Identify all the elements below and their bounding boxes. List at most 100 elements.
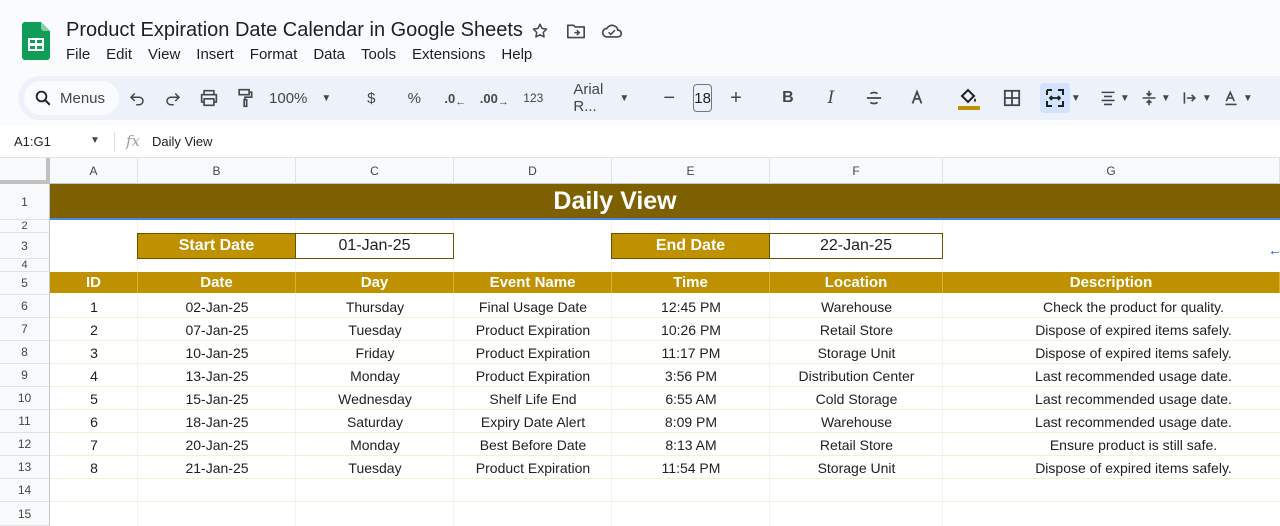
table-cell-event[interactable]: Product Expiration bbox=[454, 341, 612, 364]
table-cell-date[interactable]: 13-Jan-25 bbox=[138, 364, 296, 387]
row-header-7[interactable]: 7 bbox=[0, 318, 50, 341]
table-cell-description[interactable]: Dispose of expired items safely. bbox=[943, 318, 1280, 341]
table-cell-day[interactable]: Monday bbox=[296, 364, 454, 387]
table-cell-time[interactable]: 11:17 PM bbox=[612, 341, 770, 364]
select-all-corner[interactable] bbox=[0, 158, 50, 184]
table-cell-id[interactable]: 8 bbox=[50, 456, 138, 479]
text-color-button[interactable] bbox=[902, 83, 932, 113]
table-cell-day[interactable]: Tuesday bbox=[296, 318, 454, 341]
table-cell-day[interactable]: Wednesday bbox=[296, 387, 454, 410]
table-cell-date[interactable]: 20-Jan-25 bbox=[138, 433, 296, 456]
font-size-input[interactable]: 18 bbox=[693, 84, 712, 112]
end-date-label[interactable]: End Date bbox=[611, 233, 770, 259]
table-cell-description[interactable]: Last recommended usage date. bbox=[943, 387, 1280, 410]
table-cell-time[interactable]: 8:13 AM bbox=[612, 433, 770, 456]
table-cell-location[interactable]: Retail Store bbox=[770, 433, 943, 456]
table-cell-date[interactable]: 10-Jan-25 bbox=[138, 341, 296, 364]
table-cell-description[interactable]: Ensure product is still safe. bbox=[943, 433, 1280, 456]
table-cell-location[interactable]: Distribution Center bbox=[770, 364, 943, 387]
name-box[interactable]: A1:G1 bbox=[14, 134, 51, 149]
row-header-6[interactable]: 6 bbox=[0, 295, 50, 318]
column-header-d[interactable]: D bbox=[454, 158, 612, 184]
table-cell-id[interactable]: 6 bbox=[50, 410, 138, 433]
star-icon[interactable] bbox=[528, 20, 552, 42]
table-cell-event[interactable]: Product Expiration bbox=[454, 364, 612, 387]
table-cell-location[interactable]: Storage Unit bbox=[770, 456, 943, 479]
strikethrough-button[interactable] bbox=[859, 83, 889, 113]
column-header-f[interactable]: F bbox=[770, 158, 943, 184]
currency-format-button[interactable]: $ bbox=[356, 83, 386, 113]
row-header-10[interactable]: 10 bbox=[0, 387, 50, 410]
header-time[interactable]: Time bbox=[612, 272, 770, 293]
table-cell-time[interactable]: 8:09 PM bbox=[612, 410, 770, 433]
decrease-decimal-button[interactable]: .0 ← bbox=[440, 83, 470, 113]
table-cell-id[interactable]: 3 bbox=[50, 341, 138, 364]
row-header-15[interactable]: 15 bbox=[0, 502, 50, 526]
insert-link-button[interactable] bbox=[1275, 83, 1280, 113]
column-header-g[interactable]: G bbox=[943, 158, 1280, 184]
decrease-font-size-button[interactable]: − bbox=[654, 83, 684, 113]
daily-view-banner[interactable]: Daily View bbox=[50, 184, 1280, 220]
table-cell-date[interactable]: 21-Jan-25 bbox=[138, 456, 296, 479]
italic-button[interactable]: I bbox=[816, 83, 846, 113]
cloud-saved-icon[interactable] bbox=[600, 20, 624, 42]
table-cell-description[interactable]: Last recommended usage date. bbox=[943, 364, 1280, 387]
table-cell-day[interactable]: Friday bbox=[296, 341, 454, 364]
table-cell-description[interactable]: Last recommended usage date. bbox=[943, 410, 1280, 433]
increase-font-size-button[interactable]: + bbox=[721, 83, 751, 113]
document-title[interactable]: Product Expiration Date Calendar in Goog… bbox=[66, 19, 523, 42]
table-cell-event[interactable]: Best Before Date bbox=[454, 433, 612, 456]
table-cell-time[interactable]: 10:26 PM bbox=[612, 318, 770, 341]
table-cell-event[interactable]: Expiry Date Alert bbox=[454, 410, 612, 433]
paint-format-button[interactable] bbox=[230, 83, 260, 113]
row-header-4[interactable]: 4 bbox=[0, 259, 50, 272]
caret-down-icon[interactable]: ▼ bbox=[90, 135, 100, 146]
formula-input[interactable]: Daily View bbox=[152, 134, 212, 149]
table-cell-day[interactable]: Tuesday bbox=[296, 456, 454, 479]
more-formats-button[interactable]: 123 bbox=[518, 83, 548, 113]
header-location[interactable]: Location bbox=[770, 272, 943, 293]
row-header-12[interactable]: 12 bbox=[0, 433, 50, 456]
table-cell-location[interactable]: Warehouse bbox=[770, 410, 943, 433]
table-cell-day[interactable]: Monday bbox=[296, 433, 454, 456]
fill-color-button[interactable] bbox=[954, 83, 984, 113]
table-cell-day[interactable]: Saturday bbox=[296, 410, 454, 433]
table-cell-id[interactable]: 4 bbox=[50, 364, 138, 387]
menu-search-box[interactable]: Menus bbox=[24, 81, 120, 115]
table-cell-location[interactable]: Cold Storage bbox=[770, 387, 943, 410]
menu-file[interactable]: File bbox=[66, 46, 90, 63]
table-cell-location[interactable]: Retail Store bbox=[770, 318, 943, 341]
column-header-a[interactable]: A bbox=[50, 158, 138, 184]
print-button[interactable] bbox=[194, 83, 224, 113]
menu-extensions[interactable]: Extensions bbox=[412, 46, 485, 63]
horizontal-align-button[interactable]: ▼ bbox=[1100, 83, 1130, 113]
header-id[interactable]: ID bbox=[50, 272, 138, 293]
undo-button[interactable] bbox=[122, 83, 152, 113]
font-select[interactable]: Arial R... ▼ bbox=[573, 81, 629, 115]
move-folder-icon[interactable] bbox=[564, 20, 588, 42]
table-cell-date[interactable]: 15-Jan-25 bbox=[138, 387, 296, 410]
percent-format-button[interactable]: % bbox=[399, 83, 429, 113]
table-cell-location[interactable]: Storage Unit bbox=[770, 341, 943, 364]
menu-data[interactable]: Data bbox=[313, 46, 345, 63]
table-cell-event[interactable]: Final Usage Date bbox=[454, 295, 612, 318]
text-rotation-button[interactable]: ▼ bbox=[1223, 83, 1253, 113]
start-date-label[interactable]: Start Date bbox=[137, 233, 296, 259]
table-cell-time[interactable]: 12:45 PM bbox=[612, 295, 770, 318]
header-description[interactable]: Description bbox=[943, 272, 1280, 293]
row-header-8[interactable]: 8 bbox=[0, 341, 50, 364]
table-cell-description[interactable]: Dispose of expired items safely. bbox=[943, 341, 1280, 364]
row-header-9[interactable]: 9 bbox=[0, 364, 50, 387]
row-header-11[interactable]: 11 bbox=[0, 410, 50, 433]
bold-button[interactable]: B bbox=[773, 83, 803, 113]
table-cell-event[interactable]: Shelf Life End bbox=[454, 387, 612, 410]
table-cell-event[interactable]: Product Expiration bbox=[454, 456, 612, 479]
caret-down-icon[interactable]: ▼ bbox=[1071, 93, 1081, 104]
table-cell-time[interactable]: 6:55 AM bbox=[612, 387, 770, 410]
sheets-logo-icon[interactable] bbox=[22, 22, 50, 60]
table-cell-id[interactable]: 2 bbox=[50, 318, 138, 341]
table-cell-id[interactable]: 5 bbox=[50, 387, 138, 410]
end-date-value[interactable]: 22-Jan-25 bbox=[769, 233, 943, 259]
table-cell-time[interactable]: 11:54 PM bbox=[612, 456, 770, 479]
row-header-3[interactable]: 3 bbox=[0, 233, 50, 259]
